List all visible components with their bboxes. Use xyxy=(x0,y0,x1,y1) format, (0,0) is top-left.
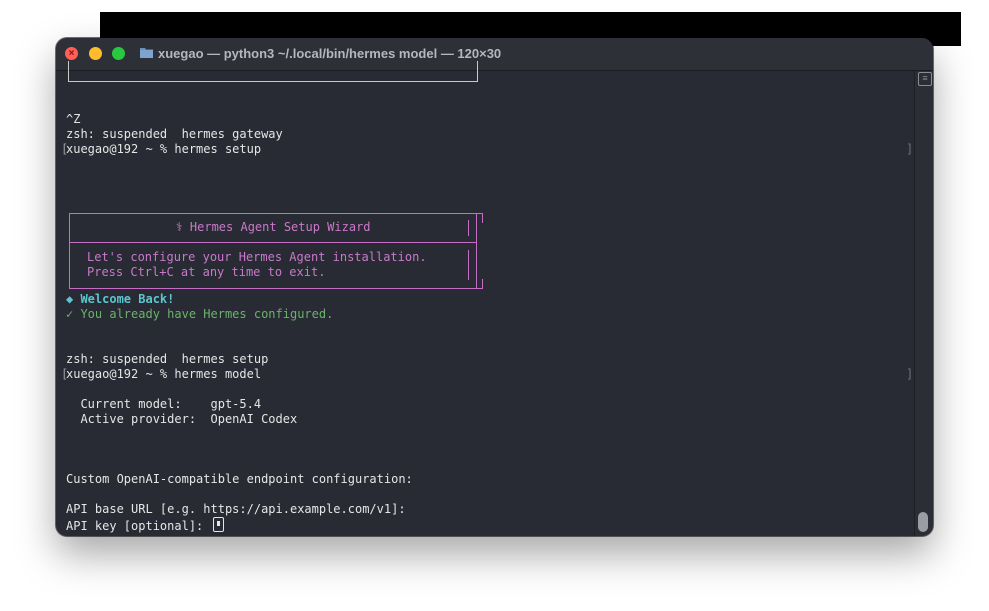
wizard-title: ⚕ Hermes Agent Setup Wizard xyxy=(175,220,371,234)
close-icon: × xyxy=(68,48,75,59)
scroll-options-icon[interactable]: ≡ xyxy=(918,72,932,86)
already-configured-line: ✓ You already have Hermes configured. xyxy=(66,307,334,321)
current-model-line: Current model: gpt-5.4 xyxy=(66,397,262,411)
mark-bracket-right: ] xyxy=(906,142,914,156)
scrollbar-thumb[interactable] xyxy=(918,512,928,532)
api-base-url-line: API base URL [e.g. https://api.example.c… xyxy=(66,502,406,516)
output-line-suspended-setup: zsh: suspended hermes setup xyxy=(66,352,269,366)
api-key-label: API key [optional]: xyxy=(66,519,211,533)
wizard-line-1: Let's configure your Hermes Agent instal… xyxy=(87,250,427,264)
scrollbar[interactable]: ≡ xyxy=(914,71,933,536)
terminal-window: × xuegao — python3 ~/.local/bin/hermes m… xyxy=(56,38,933,536)
maximize-button[interactable] xyxy=(112,47,125,60)
active-provider-line: Active provider: OpenAI Codex xyxy=(66,412,298,426)
minimize-button[interactable] xyxy=(89,47,102,60)
output-line-suspended-gateway: zsh: suspended hermes gateway xyxy=(66,127,283,141)
api-key-prompt-line[interactable]: API key [optional]: xyxy=(66,517,224,533)
mark-bracket-right-2: ] xyxy=(906,367,914,381)
custom-endpoint-line: Custom OpenAI-compatible endpoint config… xyxy=(66,472,413,486)
key-cursor-icon xyxy=(212,517,224,532)
prompt-line-setup: xuegao@192 ~ % hermes setup xyxy=(66,142,262,156)
wizard-line-2: Press Ctrl+C at any time to exit. xyxy=(87,265,326,279)
prompt-line-model: xuegao@192 ~ % hermes model xyxy=(66,367,262,381)
terminal-content[interactable]: ^Z zsh: suspended hermes gateway [ xuega… xyxy=(56,61,914,536)
previous-output-box xyxy=(68,61,478,82)
folder-icon xyxy=(140,48,153,58)
output-line-ctrl-z: ^Z xyxy=(66,112,81,126)
welcome-back-line: ◆ Welcome Back! xyxy=(66,292,175,306)
close-button[interactable]: × xyxy=(65,47,78,60)
setup-wizard-box: ⚕ Hermes Agent Setup Wizard Let's config… xyxy=(69,213,483,289)
